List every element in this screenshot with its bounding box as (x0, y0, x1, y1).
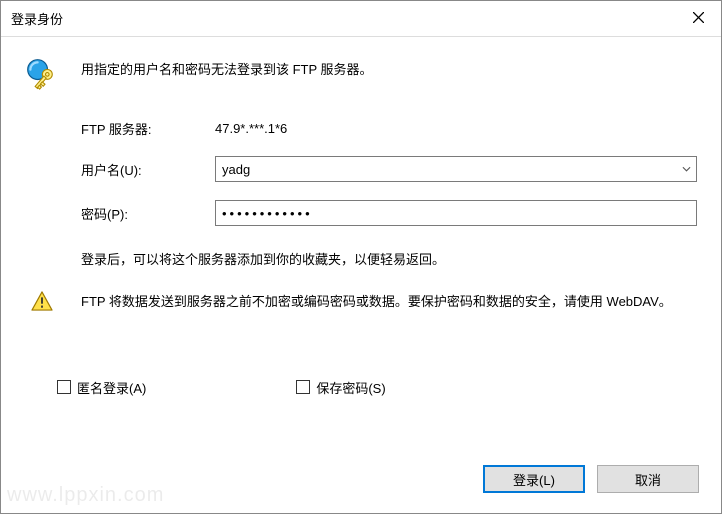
close-button[interactable] (675, 1, 721, 37)
save-password-checkbox[interactable]: 保存密码(S) (296, 378, 385, 397)
login-button[interactable]: 登录(L) (483, 465, 585, 493)
cancel-button-label: 取消 (635, 470, 661, 489)
checkbox-box (57, 380, 71, 394)
key-icon (25, 57, 61, 93)
security-warning: FTP 将数据发送到服务器之前不加密或编码密码或数据。要保护密码和数据的安全，请… (81, 291, 697, 313)
watermark: www.lppxin.com (7, 484, 164, 507)
username-label: 用户名(U): (81, 160, 215, 179)
server-label: FTP 服务器: (81, 119, 215, 138)
save-password-label: 保存密码(S) (316, 378, 385, 397)
login-button-label: 登录(L) (513, 470, 555, 489)
username-input[interactable] (215, 156, 697, 182)
warning-icon (31, 291, 53, 314)
error-message: 用指定的用户名和密码无法登录到该 FTP 服务器。 (81, 57, 697, 97)
server-value: 47.9*.***.1*6 (215, 121, 287, 136)
anonymous-login-checkbox[interactable]: 匿名登录(A) (57, 378, 146, 397)
password-label: 密码(P): (81, 204, 215, 223)
window-title: 登录身份 (11, 9, 63, 28)
username-combobox[interactable] (215, 156, 697, 182)
close-icon (693, 11, 704, 26)
info-text: 登录后，可以将这个服务器添加到你的收藏夹，以便轻易返回。 (57, 250, 721, 271)
password-input[interactable] (215, 200, 697, 226)
anonymous-login-label: 匿名登录(A) (77, 378, 146, 397)
cancel-button[interactable]: 取消 (597, 465, 699, 493)
titlebar: 登录身份 (1, 1, 721, 37)
checkbox-box (296, 380, 310, 394)
